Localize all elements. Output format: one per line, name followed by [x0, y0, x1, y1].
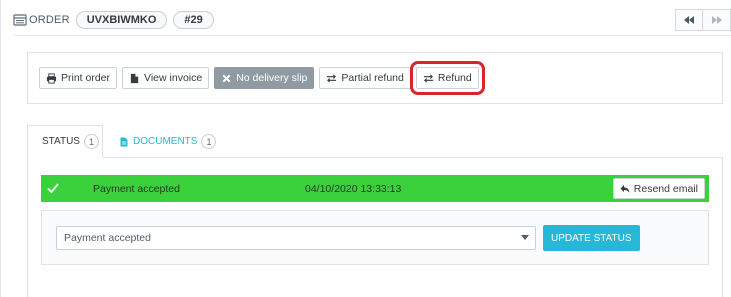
tab-status-label: STATUS	[42, 136, 80, 147]
status-select-value: Payment accepted	[64, 232, 151, 244]
status-date: 04/10/2020 13:33:13	[305, 183, 402, 195]
tab-documents[interactable]: DOCUMENTS 1	[109, 125, 226, 158]
resend-email-label: Resend email	[633, 182, 698, 195]
order-list-icon	[13, 14, 27, 26]
print-order-label: Print order	[61, 72, 111, 84]
tab-documents-label: DOCUMENTS	[133, 136, 198, 147]
order-view: ORDER UVXBIWMKO #29 Print order View inv…	[0, 0, 731, 297]
printer-icon	[46, 72, 57, 84]
file-icon	[120, 137, 128, 146]
previous-order-button[interactable]	[675, 9, 703, 31]
tab-documents-count: 1	[201, 134, 217, 149]
refund-button[interactable]: Refund	[409, 61, 485, 95]
order-navigation	[675, 9, 731, 31]
partial-refund-button[interactable]: Partial refund	[319, 67, 411, 89]
view-invoice-label: View invoice	[144, 72, 203, 84]
next-order-button[interactable]	[703, 9, 731, 31]
order-actions: Print order View invoice No delivery sli…	[39, 61, 485, 95]
double-left-icon	[684, 16, 694, 24]
no-delivery-slip-button[interactable]: No delivery slip	[214, 67, 315, 89]
file-icon	[130, 73, 139, 83]
partial-refund-label: Partial refund	[341, 72, 404, 84]
double-right-icon	[711, 16, 722, 24]
update-status-form: Payment accepted UPDATE STATUS	[41, 210, 709, 265]
exchange-icon	[423, 73, 433, 83]
update-status-button[interactable]: UPDATE STATUS	[543, 225, 640, 251]
reply-icon	[620, 184, 630, 193]
status-history-row: Payment accepted 04/10/2020 13:33:13 Res…	[41, 175, 709, 202]
exchange-icon	[327, 73, 337, 83]
tab-status[interactable]: STATUS 1	[27, 125, 103, 158]
status-name: Payment accepted	[93, 183, 180, 195]
print-order-button[interactable]: Print order	[39, 67, 118, 89]
chevron-down-icon	[521, 235, 529, 240]
check-icon	[47, 183, 59, 194]
header-divider	[13, 35, 731, 36]
refund-label: Refund	[437, 72, 472, 84]
order-actions-panel: Print order View invoice No delivery sli…	[27, 52, 723, 104]
order-reference-badge: UVXBIWMKO	[75, 11, 168, 29]
order-header: ORDER UVXBIWMKO #29	[13, 9, 220, 31]
no-delivery-slip-label: No delivery slip	[236, 72, 308, 84]
status-select[interactable]: Payment accepted	[56, 226, 536, 250]
tab-status-count: 1	[83, 134, 99, 149]
view-invoice-button[interactable]: View invoice	[122, 67, 210, 89]
resend-email-button[interactable]: Resend email	[612, 178, 705, 199]
order-id-badge: #29	[173, 11, 214, 29]
page-title: ORDER	[29, 14, 70, 26]
x-icon	[222, 74, 231, 82]
